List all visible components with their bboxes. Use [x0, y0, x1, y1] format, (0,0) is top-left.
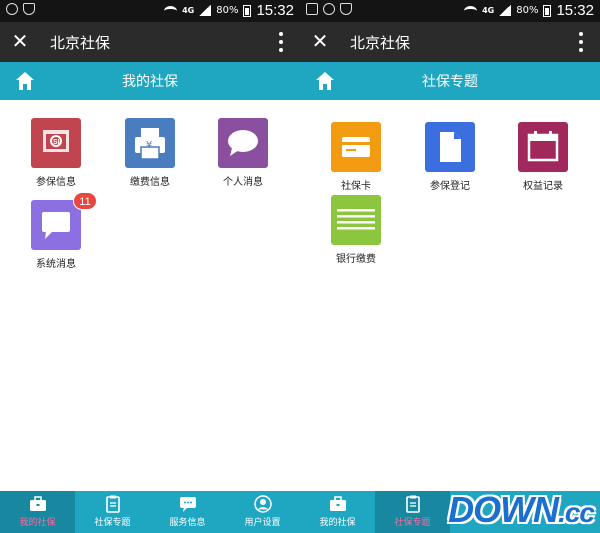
- tab-label: 服务信息: [169, 518, 206, 528]
- tab-label: 我的社保: [319, 518, 356, 528]
- tile-label: 社保卡: [341, 181, 371, 192]
- tile-insurance-info[interactable]: SI 参保信息: [16, 118, 96, 188]
- wifi-icon: [164, 5, 178, 16]
- tab-my-social-security[interactable]: 我的社保: [0, 491, 75, 533]
- wifi-icon: [464, 5, 478, 16]
- tile-label: 银行缴费: [336, 254, 376, 265]
- calendar-icon: [518, 122, 568, 172]
- app-title-bar: ✕ 北京社保: [300, 22, 600, 62]
- tile-payment-info[interactable]: ¥ 缴费信息: [110, 118, 190, 188]
- clipboard-icon: [105, 495, 120, 513]
- signal-icon: [199, 5, 212, 16]
- alarm-icon: [6, 3, 18, 15]
- left-phone-screen: 4G 80% 15:32 ✕ 北京社保 我的社保 SI 参保信息 ¥ 缴费信息 …: [0, 0, 300, 533]
- shield-icon: [340, 3, 352, 15]
- alarm-icon: [323, 3, 335, 15]
- battery-icon: [543, 4, 552, 17]
- tab-service-info[interactable]: 服务信息: [150, 491, 225, 533]
- section-title: 我的社保: [122, 74, 178, 90]
- social-security-card-icon: SI: [31, 118, 81, 168]
- tile-system-messages[interactable]: 11 系统消息: [16, 192, 97, 270]
- unread-badge: 11: [73, 192, 97, 210]
- section-header: 我的社保: [0, 62, 300, 100]
- tile-social-security-card[interactable]: 社保卡: [316, 122, 396, 192]
- document-icon: [425, 122, 475, 172]
- right-phone-screen: 4G 80% 15:32 ✕ 北京社保 社保专题 社保卡 参保登记 权益记录 银…: [300, 0, 600, 533]
- shield-icon: [23, 3, 35, 15]
- window-title: 北京社保: [50, 34, 111, 52]
- close-icon[interactable]: ✕: [310, 30, 330, 52]
- tile-label: 参保信息: [36, 177, 76, 188]
- app-title-bar: ✕ 北京社保: [0, 22, 300, 62]
- svg-text:¥: ¥: [146, 140, 152, 151]
- close-icon[interactable]: ✕: [10, 30, 30, 52]
- tile-label: 权益记录: [523, 181, 563, 192]
- status-bar: 4G 80% 15:32: [300, 0, 600, 22]
- battery-percent: 80%: [216, 5, 239, 16]
- network-type: 4G: [482, 6, 495, 15]
- tab-my-social-security[interactable]: 我的社保: [300, 491, 375, 533]
- tile-label: 参保登记: [430, 181, 470, 192]
- user-icon: [253, 495, 272, 513]
- battery-percent: 80%: [516, 5, 539, 16]
- tab-label: 我的社保: [19, 518, 56, 528]
- status-time: 15:32: [256, 2, 294, 19]
- list-lines-icon: [331, 195, 381, 245]
- message-icon: 11: [31, 192, 97, 250]
- tab-label: 用户设置: [244, 518, 281, 528]
- tile-personal-messages[interactable]: 个人消息: [203, 118, 283, 188]
- printer-icon: ¥: [125, 118, 175, 168]
- tile-label: 缴费信息: [130, 177, 170, 188]
- window-title: 北京社保: [350, 34, 411, 52]
- clipboard-icon: [405, 495, 420, 513]
- tab-label: 社保专题: [94, 518, 131, 528]
- signal-icon: [499, 5, 512, 16]
- tile-bank-payment[interactable]: 银行缴费: [316, 195, 396, 265]
- status-time: 15:32: [556, 2, 594, 19]
- network-type: 4G: [182, 6, 195, 15]
- tile-insurance-registration[interactable]: 参保登记: [410, 122, 490, 192]
- bottom-tab-bar: 我的社保 社保专题 服务信息 用户设置: [0, 491, 300, 533]
- tab-user-settings[interactable]: 用户设置: [225, 491, 300, 533]
- watermark-logo: DOWN.cc: [448, 489, 595, 530]
- more-menu-icon[interactable]: [578, 32, 584, 52]
- image-icon: [306, 3, 318, 15]
- section-title: 社保专题: [422, 74, 478, 90]
- tile-label: 个人消息: [223, 177, 263, 188]
- chat-icon: [179, 497, 196, 512]
- svg-text:SI: SI: [53, 139, 60, 146]
- tile-label: 系统消息: [36, 259, 76, 270]
- section-header: 社保专题: [300, 62, 600, 100]
- battery-icon: [243, 4, 252, 17]
- card-icon: [331, 122, 381, 172]
- more-menu-icon[interactable]: [278, 32, 284, 52]
- briefcase-icon: [329, 496, 346, 511]
- tab-social-security-topics[interactable]: 社保专题: [75, 491, 150, 533]
- status-bar: 4G 80% 15:32: [0, 0, 300, 22]
- tile-benefit-records[interactable]: 权益记录: [503, 122, 583, 192]
- speech-bubble-icon: [218, 118, 268, 168]
- briefcase-icon: [29, 496, 46, 511]
